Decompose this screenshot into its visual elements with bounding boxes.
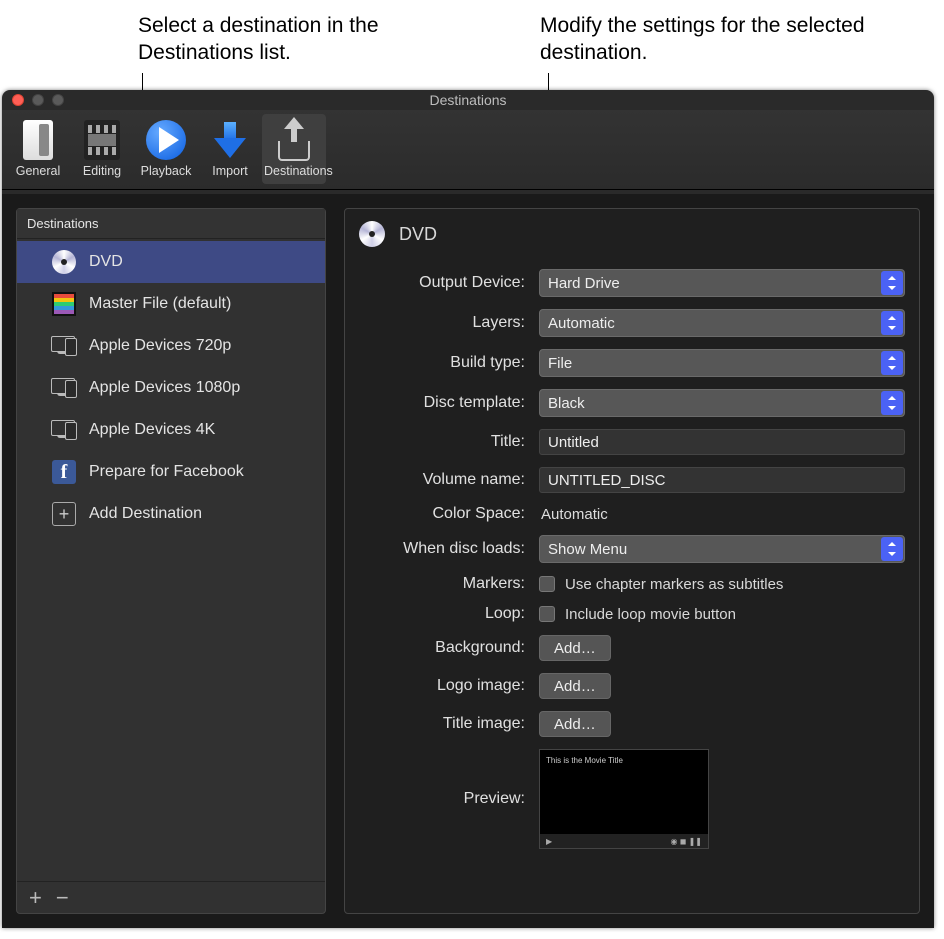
tab-label: Playback [136, 164, 196, 178]
label-logo-image: Logo image: [359, 677, 529, 695]
layers-select[interactable]: Automatic [539, 309, 905, 337]
destination-item-master-file[interactable]: Master File (default) [17, 283, 325, 325]
tab-playback[interactable]: Playback [134, 114, 198, 184]
destination-item-apple-720p[interactable]: Apple Devices 720p [17, 325, 325, 367]
destinations-icon [278, 119, 310, 161]
destination-detail-pane: DVD Output Device: Hard Drive Layers: Au… [344, 208, 920, 914]
destination-item-facebook[interactable]: f Prepare for Facebook [17, 451, 325, 493]
label-title: Title: [359, 433, 529, 451]
preview-title-text: This is the Movie Title [546, 756, 702, 765]
devices-icon [51, 420, 77, 440]
destination-item-dvd[interactable]: DVD [17, 241, 325, 283]
toolbar: General Editing Playback Import Destinat… [2, 110, 934, 190]
destination-label: Apple Devices 4K [89, 421, 215, 439]
devices-icon [51, 378, 77, 398]
disc-icon [359, 221, 385, 247]
background-add-button[interactable]: Add… [539, 635, 611, 661]
when-disc-loads-select[interactable]: Show Menu [539, 535, 905, 563]
label-preview: Preview: [359, 790, 529, 808]
preferences-window: Destinations General Editing Playback Im… [2, 90, 934, 928]
preview-buttons-icon: ◉ ◼ ❚❚ [671, 837, 702, 846]
destination-label: Prepare for Facebook [89, 463, 244, 481]
label-color-space: Color Space: [359, 505, 529, 523]
label-build-type: Build type: [359, 354, 529, 372]
play-icon: ▶ [546, 837, 552, 846]
label-background: Background: [359, 639, 529, 657]
callout-right: Modify the settings for the selected des… [540, 12, 940, 67]
window-minimize-button[interactable] [32, 94, 44, 106]
import-icon [210, 120, 250, 160]
tab-general[interactable]: General [6, 114, 70, 184]
destination-item-add[interactable]: + Add Destination [17, 493, 325, 535]
plus-box-icon: + [52, 502, 76, 526]
add-destination-button[interactable]: + [29, 887, 42, 909]
preview-controls: ▶ ◉ ◼ ❚❚ [540, 834, 708, 848]
devices-icon [51, 336, 77, 356]
facebook-icon: f [52, 460, 76, 484]
callout-left: Select a destination in the Destinations… [138, 12, 498, 67]
loop-checkbox[interactable] [539, 606, 555, 622]
label-disc-template: Disc template: [359, 394, 529, 412]
label-title-image: Title image: [359, 715, 529, 733]
label-loop: Loop: [359, 605, 529, 623]
label-output-device: Output Device: [359, 274, 529, 292]
tab-label: Destinations [264, 164, 324, 178]
volume-name-input[interactable] [539, 467, 905, 493]
playback-icon [146, 120, 186, 160]
destination-label: Apple Devices 1080p [89, 379, 240, 397]
general-icon [23, 120, 53, 160]
destination-item-apple-4k[interactable]: Apple Devices 4K [17, 409, 325, 451]
tab-label: General [8, 164, 68, 178]
titlebar: Destinations [2, 90, 934, 110]
title-input[interactable] [539, 429, 905, 455]
disc-template-select[interactable]: Black [539, 389, 905, 417]
title-image-add-button[interactable]: Add… [539, 711, 611, 737]
tab-destinations[interactable]: Destinations [262, 114, 326, 184]
markers-checkbox[interactable] [539, 576, 555, 592]
tab-label: Editing [72, 164, 132, 178]
loop-checkbox-label: Include loop movie button [565, 606, 736, 623]
sidebar-header: Destinations [17, 209, 325, 239]
destination-label: Master File (default) [89, 295, 231, 313]
preview-thumbnail: This is the Movie Title ▶ ◉ ◼ ❚❚ [539, 749, 709, 849]
tab-editing[interactable]: Editing [70, 114, 134, 184]
label-markers: Markers: [359, 575, 529, 593]
markers-checkbox-label: Use chapter markers as subtitles [565, 576, 783, 593]
detail-title: DVD [399, 224, 437, 245]
destination-label: Add Destination [89, 505, 202, 523]
window-title: Destinations [2, 92, 934, 108]
tab-import[interactable]: Import [198, 114, 262, 184]
output-device-select[interactable]: Hard Drive [539, 269, 905, 297]
destination-label: Apple Devices 720p [89, 337, 231, 355]
window-zoom-button[interactable] [52, 94, 64, 106]
window-close-button[interactable] [12, 94, 24, 106]
destination-label: DVD [89, 253, 123, 271]
destinations-list: DVD Master File (default) Apple Devices … [17, 239, 325, 881]
label-layers: Layers: [359, 314, 529, 332]
label-volume-name: Volume name: [359, 471, 529, 489]
color-space-value: Automatic [539, 506, 905, 523]
editing-icon [84, 120, 120, 160]
logo-image-add-button[interactable]: Add… [539, 673, 611, 699]
disc-icon [52, 250, 76, 274]
destinations-sidebar: Destinations DVD Master File (default) A… [16, 208, 326, 914]
filmstrip-icon [52, 292, 76, 316]
label-when-disc-loads: When disc loads: [359, 540, 529, 558]
destination-item-apple-1080p[interactable]: Apple Devices 1080p [17, 367, 325, 409]
build-type-select[interactable]: File [539, 349, 905, 377]
remove-destination-button[interactable]: − [56, 887, 69, 909]
tab-label: Import [200, 164, 260, 178]
